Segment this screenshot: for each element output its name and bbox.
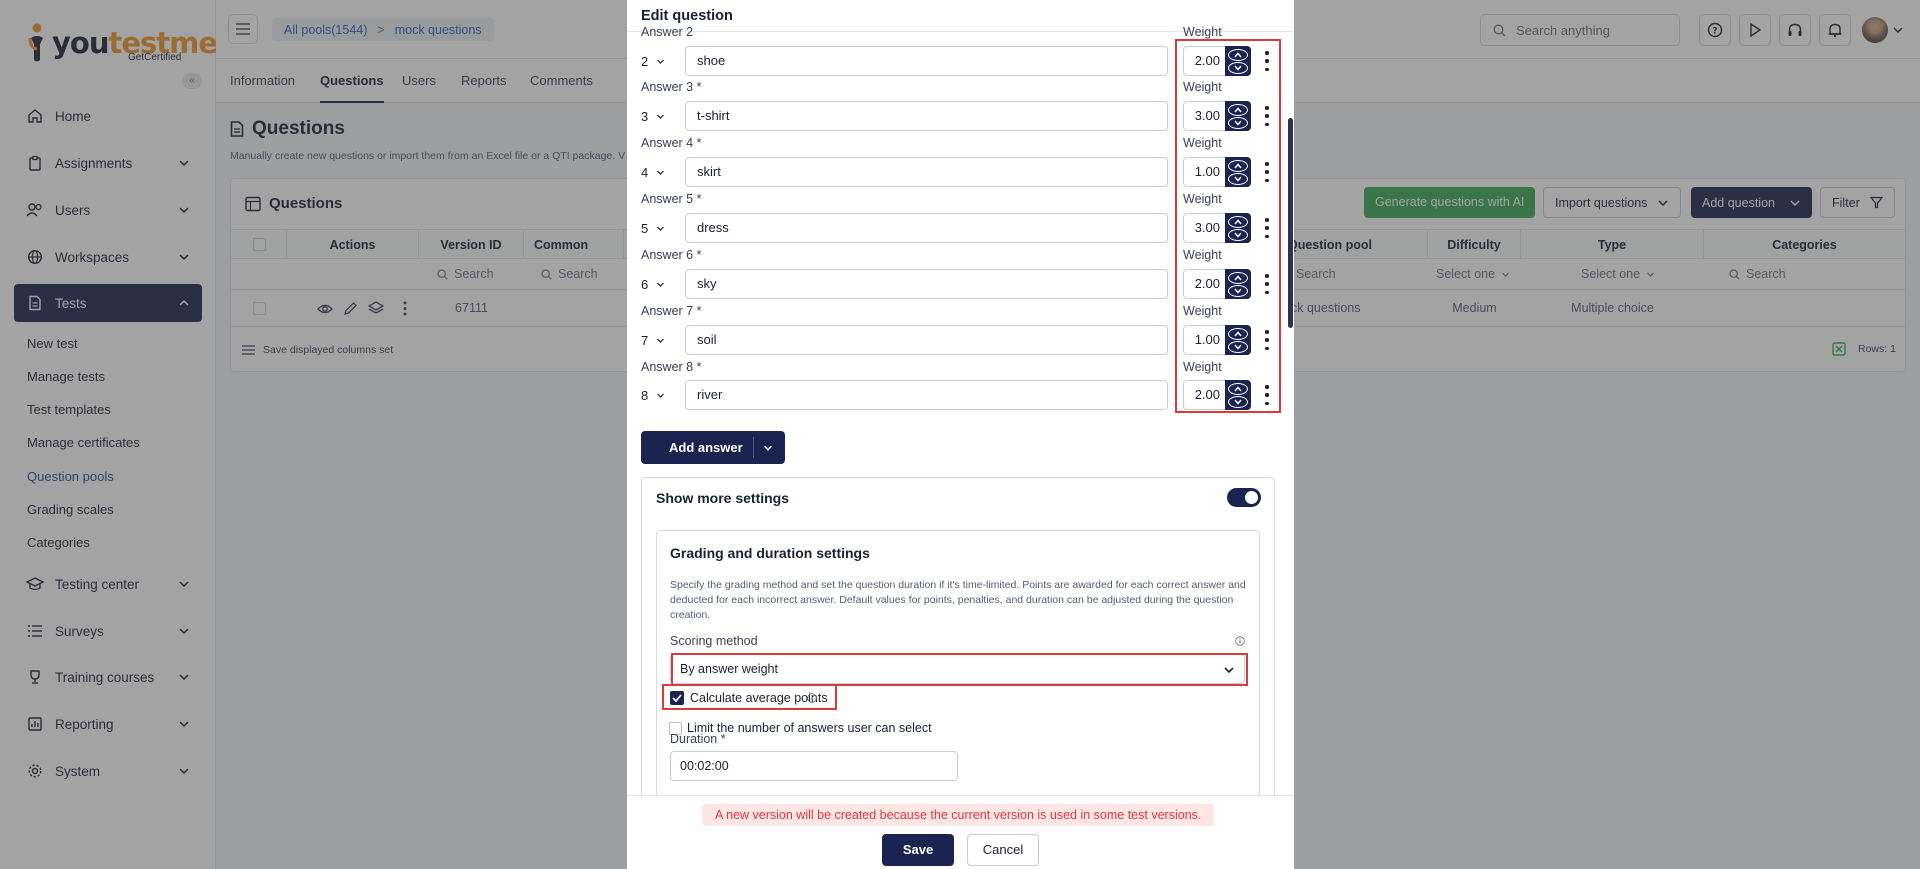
info-icon[interactable] [1235,636,1245,646]
answer-input[interactable]: shoe [685,46,1168,76]
answer-label: Answer 2 [641,25,694,39]
edit-question-modal: Edit question Answer 2 Weight 2 shoe 2.00 Ans… [627,0,1294,869]
answer-input[interactable]: river [685,380,1168,410]
add-answer-label: Add answer [669,440,743,455]
weight-label: Weight [1183,25,1222,39]
answer-label: Answer 8 * [641,360,702,374]
answer-order-value: 8 [641,387,649,403]
answer-label: Answer 5 * [641,192,702,206]
save-button[interactable]: Save [882,834,954,866]
modal-scrollbar[interactable] [1288,118,1293,328]
split-divider [753,437,754,458]
answer-order-value: 4 [641,164,649,180]
chevron-down-icon [657,282,665,287]
chevron-down-icon [657,338,665,343]
chevron-down-icon [657,226,665,231]
scoring-method-label: Scoring method [670,634,758,648]
chevron-down-icon [657,114,665,119]
answer-order-select[interactable]: 5 [641,213,677,243]
answer-input[interactable]: t-shirt [685,101,1168,131]
grading-title: Grading and duration settings [670,545,870,561]
answer-label: Answer 6 * [641,248,702,262]
chevron-down-icon[interactable] [763,443,773,453]
chevron-down-icon [657,59,665,64]
answer-label: Answer 3 * [641,80,702,94]
modal-footer: A new version will be created because th… [627,795,1294,869]
modal-title: Edit question [641,8,733,24]
chevron-down-icon [657,170,665,175]
answer-order-select[interactable]: 4 [641,157,677,187]
answer-order-value: 5 [641,220,649,236]
new-version-warning: A new version will be created because th… [702,804,1215,826]
duration-required-mark: * [720,732,726,746]
show-more-settings-toggle[interactable] [1227,488,1261,507]
answer-order-value: 2 [641,53,649,69]
duration-label: Duration * [670,732,726,746]
average-points-highlight-box [662,684,837,710]
answer-input[interactable]: soil [685,325,1168,355]
duration-input[interactable]: 00:02:00 [670,751,958,781]
scoring-method-highlight-box [671,653,1248,686]
grading-description: Specify the grading method and set the q… [670,579,1246,621]
answer-input[interactable]: sky [685,269,1168,299]
answer-order-value: 6 [641,276,649,292]
answer-order-select[interactable]: 6 [641,269,677,299]
show-more-settings-label: Show more settings [656,490,790,506]
answer-order-select[interactable]: 2 [641,46,677,76]
add-answer-button[interactable]: Add answer [641,431,785,464]
cancel-button[interactable]: Cancel [967,834,1039,866]
answer-label: Answer 7 * [641,304,702,318]
weights-highlight-box [1175,39,1281,413]
answer-order-value: 3 [641,108,649,124]
answer-order-select[interactable]: 7 [641,325,677,355]
answer-order-select[interactable]: 3 [641,101,677,131]
answer-input[interactable]: dress [685,213,1168,243]
answer-order-value: 7 [641,332,649,348]
chevron-down-icon [657,393,665,398]
answer-order-select[interactable]: 8 [641,380,677,410]
duration-value: 00:02:00 [680,759,729,773]
answer-input[interactable]: skirt [685,157,1168,187]
duration-label-text: Duration [670,732,718,746]
answer-label: Answer 4 * [641,136,702,150]
